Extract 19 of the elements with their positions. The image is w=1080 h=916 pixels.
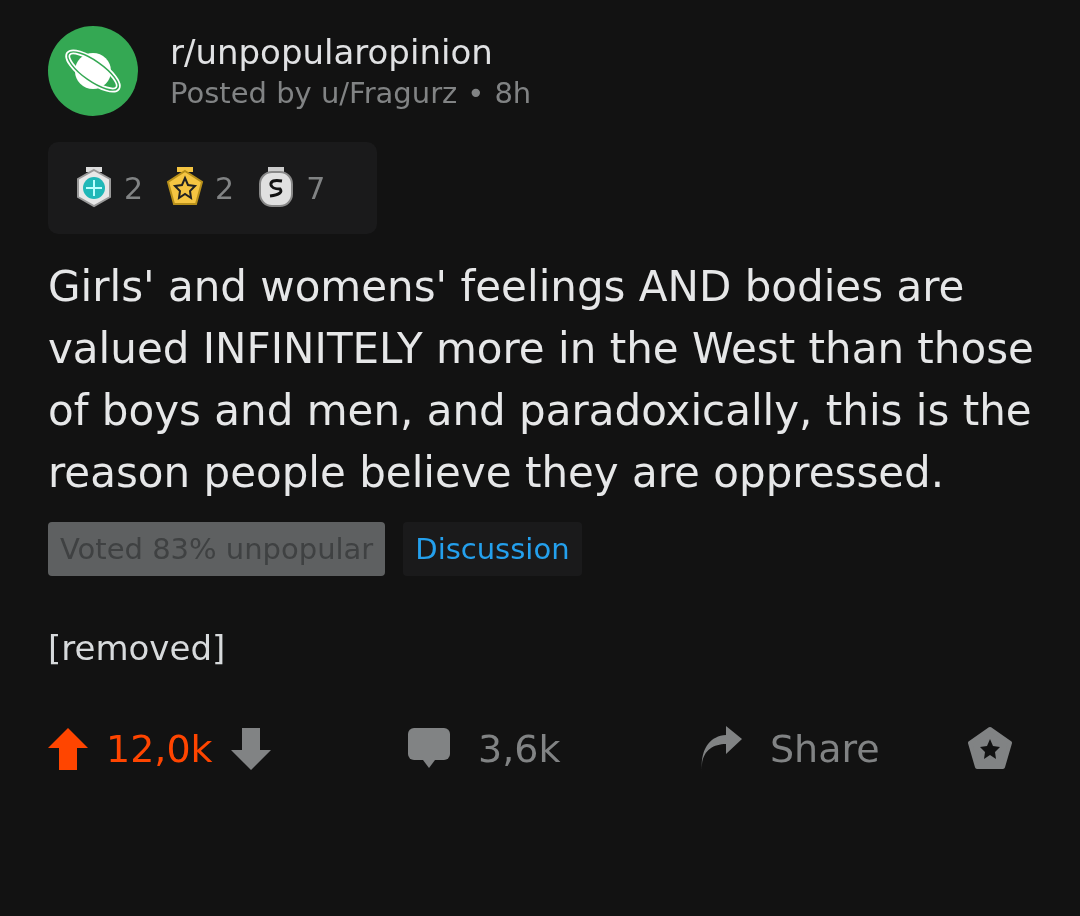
award-icon[interactable]	[968, 727, 1012, 771]
vote-score: 12,0k	[106, 727, 213, 771]
post-body: [removed]	[48, 628, 227, 668]
post-author[interactable]: Posted by u/Fragurz	[170, 76, 458, 110]
awards-bar[interactable]: 2 2 7	[48, 142, 378, 234]
share-button[interactable]: Share	[770, 727, 880, 771]
separator-dot: •	[467, 76, 485, 110]
comment-count: 3,6k	[478, 727, 561, 771]
award-count: 2	[215, 170, 235, 206]
downvote-icon[interactable]	[230, 728, 271, 770]
award-count: 7	[306, 170, 326, 206]
award-count: 2	[124, 170, 144, 206]
upvote-icon[interactable]	[48, 728, 88, 770]
gem-award-icon	[74, 166, 114, 210]
post-age: 8h	[494, 76, 532, 110]
comment-icon[interactable]	[408, 728, 450, 770]
flair-tag[interactable]: Discussion	[403, 522, 582, 576]
subreddit-name[interactable]: r/unpopularopinion	[170, 32, 532, 72]
post-title: Girls' and womens' feelings AND bodies are valued INFINITELY more in the West than those of boys and men, and paradoxically, this is the reason people believe they are oppressed.	[48, 261, 1035, 499]
